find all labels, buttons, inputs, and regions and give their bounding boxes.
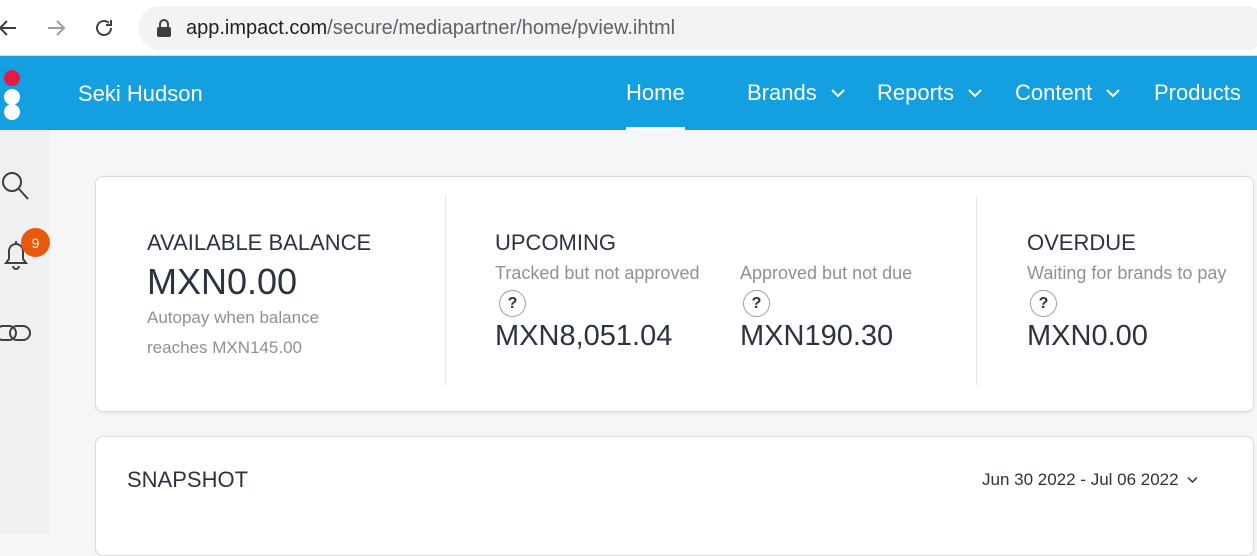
notification-badge: 9 xyxy=(21,228,50,257)
url-host: app.impact.com xyxy=(186,16,328,39)
nav-reports-label: Reports xyxy=(877,80,955,105)
top-nav: Home Brands Reports Content Products xyxy=(0,56,1257,130)
nav-products-label: Products xyxy=(1154,80,1241,105)
autopay-note: Autopay when balance reaches MXN145.00 xyxy=(147,303,319,363)
url-text: app.impact.com/secure/mediapartner/home/… xyxy=(186,17,675,40)
overdue-label: Waiting for brands to pay xyxy=(1027,263,1227,283)
overdue-help-icon[interactable]: ? xyxy=(1030,290,1057,317)
reload-icon[interactable] xyxy=(88,12,120,44)
back-arrow-icon[interactable] xyxy=(0,12,24,44)
available-balance-title: AVAILABLE BALANCE xyxy=(147,230,372,255)
approved-help-icon[interactable]: ? xyxy=(743,290,770,317)
date-range-picker[interactable]: Jun 30 2022 - Jul 06 2022 xyxy=(982,470,1198,490)
nav-brands[interactable]: Brands xyxy=(747,56,845,130)
chevron-down-icon xyxy=(1106,89,1120,98)
left-sidebar xyxy=(0,130,50,534)
tracked-help-icon[interactable]: ? xyxy=(499,290,526,317)
tracked-amount: MXN8,051.04 xyxy=(495,320,673,352)
nav-reports[interactable]: Reports xyxy=(877,56,982,130)
available-balance-amount: MXN0.00 xyxy=(147,261,298,302)
divider xyxy=(976,197,977,385)
approved-amount: MXN190.30 xyxy=(740,320,894,352)
url-path: /secure/mediapartner/home/pview.ihtml xyxy=(327,16,676,39)
chevron-down-icon xyxy=(831,89,845,98)
snapshot-card: SNAPSHOT Jun 30 2022 - Jul 06 2022 xyxy=(95,436,1254,556)
search-icon[interactable] xyxy=(0,168,32,202)
overdue-amount: MXN0.00 xyxy=(1027,320,1148,352)
link-icon[interactable] xyxy=(0,316,32,350)
nav-home-label: Home xyxy=(626,80,685,105)
divider xyxy=(445,197,446,385)
nav-brands-label: Brands xyxy=(747,80,817,105)
autopay-note-line1: Autopay when balance xyxy=(147,308,320,327)
lock-icon xyxy=(157,19,171,37)
snapshot-title: SNAPSHOT xyxy=(127,467,249,492)
forward-arrow-icon[interactable] xyxy=(40,12,72,44)
chevron-down-icon xyxy=(1187,476,1198,484)
autopay-note-line2: reaches MXN145.00 xyxy=(147,338,302,357)
approved-label: Approved but not due xyxy=(740,263,913,283)
nav-products[interactable]: Products xyxy=(1154,56,1241,130)
tracked-label: Tracked but not approved xyxy=(495,263,700,283)
overdue-title: OVERDUE xyxy=(1027,230,1136,255)
browser-toolbar: app.impact.com/secure/mediapartner/home/… xyxy=(0,0,1257,56)
nav-content[interactable]: Content xyxy=(1015,56,1120,130)
chevron-down-icon xyxy=(968,89,982,98)
address-bar[interactable]: app.impact.com/secure/mediapartner/home/… xyxy=(138,6,1257,50)
date-range-label: Jun 30 2022 - Jul 06 2022 xyxy=(982,470,1179,489)
nav-content-label: Content xyxy=(1015,80,1093,105)
upcoming-title: UPCOMING xyxy=(495,230,616,255)
balance-card: AVAILABLE BALANCE MXN0.00 Autopay when b… xyxy=(95,176,1254,412)
nav-home[interactable]: Home xyxy=(626,56,685,130)
app-header: Seki Hudson Home Brands Reports Content … xyxy=(0,56,1257,130)
